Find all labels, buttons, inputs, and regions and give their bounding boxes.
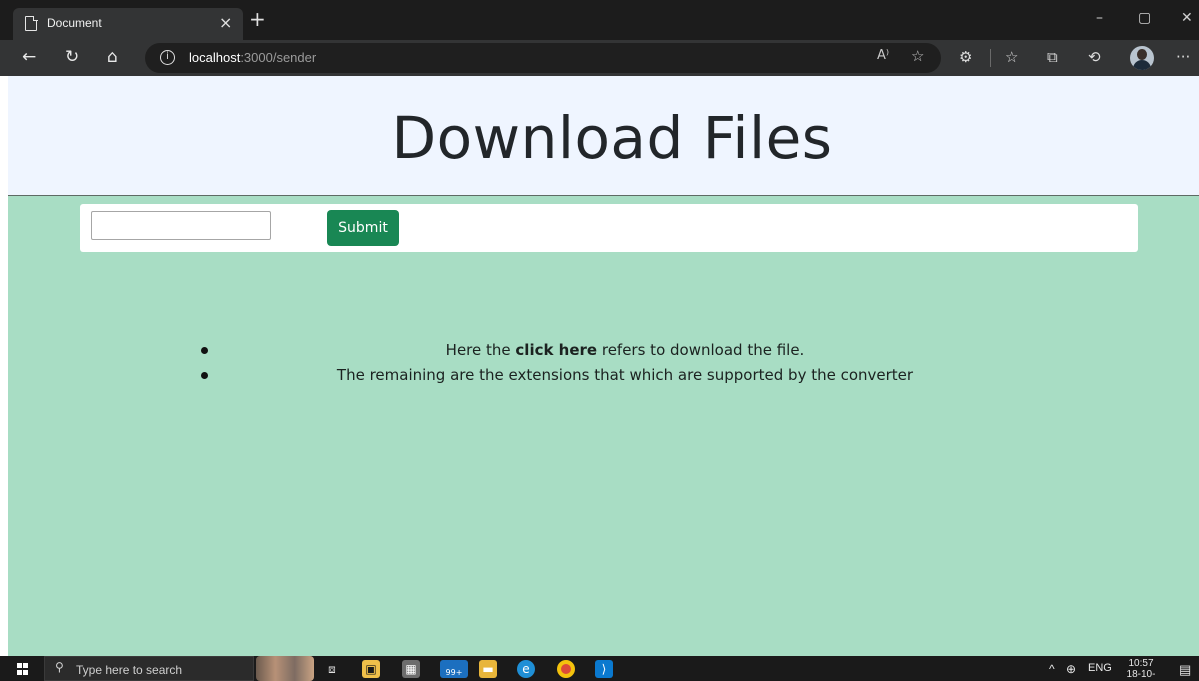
start-button[interactable]	[17, 663, 29, 675]
url-text[interactable]: localhost:3000/sender	[189, 50, 316, 65]
list-item: Here the click here refers to download t…	[201, 338, 1049, 363]
file-input[interactable]	[91, 211, 271, 240]
submit-button[interactable]: Submit	[327, 210, 399, 246]
bullet	[201, 372, 208, 379]
search-highlight-image[interactable]	[256, 656, 314, 681]
new-tab-button[interactable]: +	[249, 9, 266, 29]
bullet	[201, 347, 208, 354]
search-icon: ⚲	[55, 660, 64, 674]
favorites-icon[interactable]: ☆	[1005, 48, 1018, 66]
history-icon[interactable]: ⟲	[1088, 48, 1101, 66]
store-icon[interactable]: ▣	[362, 660, 380, 678]
chrome-icon[interactable]	[557, 660, 575, 678]
windows-taskbar: ⚲ Type here to search ⧈ ▣ ▦ 99+ ▬ e ⟩ ^ …	[0, 656, 1199, 681]
close-window-button[interactable]: ✕	[1181, 10, 1193, 26]
profile-avatar[interactable]	[1130, 46, 1154, 70]
add-favorite-icon[interactable]: ☆	[911, 47, 924, 65]
browser-tab[interactable]: Document ×	[13, 8, 243, 40]
language-indicator[interactable]: ENG	[1088, 662, 1112, 674]
home-button[interactable]: ⌂	[107, 47, 118, 67]
search-placeholder: Type here to search	[76, 663, 183, 677]
taskbar-search[interactable]: ⚲ Type here to search	[44, 656, 254, 681]
download-form: Submit	[80, 204, 1138, 252]
tray-chevron-icon[interactable]: ^	[1049, 662, 1055, 676]
more-options-icon[interactable]: ···	[1176, 48, 1190, 66]
list-item: The remaining are the extensions that wh…	[201, 363, 1049, 388]
toolbar-divider	[990, 49, 991, 67]
site-info-icon[interactable]: i	[160, 50, 175, 65]
taskbar-clock[interactable]: 10:57 18-10-2022	[1117, 658, 1165, 681]
browser-tab-bar: Document × + – ▢ ✕	[0, 0, 1199, 40]
address-bar[interactable]: i localhost:3000/sender A⁾ ☆	[145, 43, 941, 73]
url-path: :3000/sender	[240, 50, 317, 65]
clock-date: 18-10-2022	[1126, 669, 1156, 681]
refresh-button[interactable]: ↻	[65, 47, 79, 67]
task-view-icon[interactable]: ⧈	[323, 660, 341, 678]
extensions-icon[interactable]: ⚙	[959, 48, 972, 66]
document-icon	[25, 15, 38, 31]
back-button[interactable]: ←	[22, 47, 36, 67]
clock-time: 10:57	[1128, 658, 1154, 669]
mail-icon[interactable]: 99+	[440, 660, 468, 678]
notes-list: Here the click here refers to download t…	[201, 338, 1049, 388]
url-host: localhost	[189, 50, 241, 65]
page-title: Download Files	[391, 104, 833, 172]
notifications-icon[interactable]: ▤	[1179, 662, 1191, 678]
minimize-button[interactable]: –	[1096, 10, 1103, 26]
page-header: Download Files	[8, 76, 1199, 196]
maximize-button[interactable]: ▢	[1138, 10, 1151, 26]
note-text-before: Here the	[445, 341, 516, 359]
tab-title: Document	[47, 16, 102, 30]
read-aloud-icon[interactable]: A⁾	[877, 48, 889, 63]
note-text-before: The remaining are the extensions that wh…	[336, 366, 914, 384]
page-viewport: Download Files Submit Here the click her…	[8, 76, 1199, 656]
browser-toolbar: ← ↻ ⌂ i localhost:3000/sender A⁾ ☆ ⚙ ☆ ⧉…	[0, 40, 1199, 76]
tab-close-button[interactable]: ×	[219, 13, 232, 32]
collections-icon[interactable]: ⧉	[1047, 48, 1058, 66]
calculator-icon[interactable]: ▦	[402, 660, 420, 678]
network-icon[interactable]: ⊕	[1066, 662, 1076, 676]
vscode-icon[interactable]: ⟩	[595, 660, 613, 678]
file-explorer-icon[interactable]: ▬	[479, 660, 497, 678]
edge-icon[interactable]: e	[517, 660, 535, 678]
note-text-after: refers to download the file.	[597, 341, 805, 359]
note-text-bold: click here	[515, 341, 598, 359]
